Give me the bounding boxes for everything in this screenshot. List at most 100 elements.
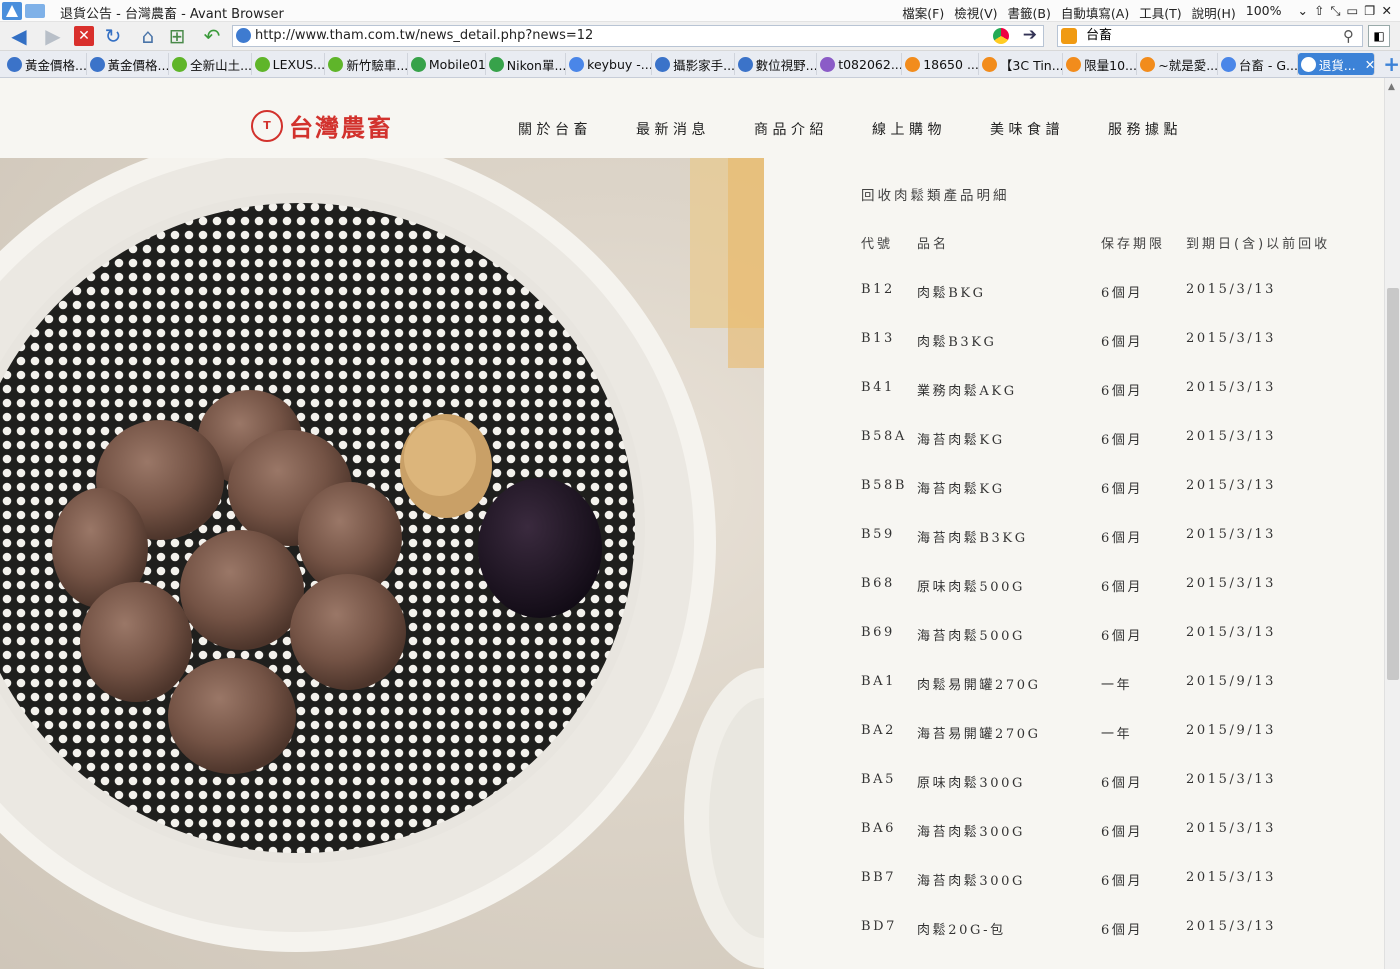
- search-input[interactable]: 台畜: [1086, 28, 1112, 43]
- table-row: BA2 海苔易開罐270G 一年 2015/9/13: [861, 723, 1341, 772]
- browser-tab[interactable]: 新竹驗車...: [325, 53, 408, 75]
- home-icon[interactable]: ⌂: [137, 25, 159, 47]
- go-arrow-icon[interactable]: ➔: [1023, 25, 1037, 45]
- avant-browser-icon[interactable]: [2, 2, 46, 20]
- tab-bar: 黃金價格... 黃金價格... 全新山土... LEXUS... 新竹驗車... Mobi…: [0, 51, 1400, 78]
- nav-recipes[interactable]: 美味食譜: [990, 119, 1064, 139]
- expiry-date: 2015/3/13: [1186, 527, 1277, 542]
- browser-tab[interactable]: keybuy -...: [566, 53, 653, 75]
- browser-tab[interactable]: Mobile01: [408, 53, 486, 75]
- product-code: BD7: [861, 919, 898, 934]
- tab-label: Mobile01: [428, 56, 486, 72]
- browser-tab[interactable]: 台畜 - G...: [1218, 53, 1298, 75]
- shelf-life: 6個月: [1101, 286, 1144, 301]
- product-code: BB7: [861, 870, 897, 885]
- undo-icon[interactable]: ↶: [201, 25, 223, 47]
- window-titlebar: 退貨公告 - 台灣農畜 - Avant Browser 檔案(F) 檢視(V) …: [0, 0, 1400, 22]
- tab-favicon-icon: [569, 56, 585, 72]
- browser-tab[interactable]: Nikon單...: [486, 53, 567, 75]
- tab-favicon-icon: [737, 56, 753, 72]
- browser-tab[interactable]: 攝影家手...: [652, 53, 735, 75]
- nav-products[interactable]: 商品介紹: [754, 119, 828, 139]
- chevron-down-icon[interactable]: ⌄: [1298, 3, 1308, 22]
- sidebar-toggle-icon[interactable]: ◧: [1368, 25, 1390, 47]
- site-logo[interactable]: T 台灣農畜: [251, 108, 393, 143]
- shelf-life: 6個月: [1101, 580, 1144, 595]
- tab-favicon-icon: [328, 56, 344, 72]
- scrollbar-thumb[interactable]: [1387, 288, 1399, 680]
- browser-tab[interactable]: 黃金價格...: [4, 53, 87, 75]
- tab-label: 【3C Tin...: [999, 57, 1064, 73]
- scroll-up-icon[interactable]: ▲: [1388, 82, 1395, 92]
- browser-tab[interactable]: 全新山土...: [169, 53, 252, 75]
- tab-label: ~就是愛...: [1158, 57, 1218, 73]
- expiry-date: 2015/9/13: [1186, 723, 1277, 738]
- active-browser-tab[interactable]: 退貨... ✕: [1297, 53, 1376, 75]
- nav-about[interactable]: 關於台畜: [518, 119, 592, 139]
- nav-shop[interactable]: 線上購物: [872, 119, 946, 139]
- product-name: 原味肉鬆300G: [917, 776, 1025, 791]
- pin-icon[interactable]: ⇧: [1314, 3, 1324, 22]
- product-code: BA1: [861, 674, 897, 689]
- header-expiry: 到期日(含)以前回收: [1186, 237, 1331, 252]
- page-scrollbar[interactable]: ▲: [1384, 78, 1400, 969]
- tab-favicon-icon: [1300, 56, 1316, 72]
- browser-tab[interactable]: 限量10...: [1063, 53, 1138, 75]
- menu-view[interactable]: 檢視(V): [954, 3, 997, 22]
- minimize-icon[interactable]: ▭: [1346, 3, 1358, 22]
- shelf-life: 6個月: [1101, 923, 1144, 938]
- tab-label: t082062...: [838, 56, 903, 72]
- product-code: B69: [861, 625, 895, 640]
- zoom-level[interactable]: 100%: [1246, 3, 1282, 22]
- product-code: B12: [861, 282, 895, 297]
- table-row: BA5 原味肉鬆300G 6個月 2015/3/13: [861, 772, 1341, 821]
- shelf-life: 6個月: [1101, 384, 1144, 399]
- browser-tab[interactable]: 【3C Tin...: [979, 53, 1064, 75]
- restore-small-icon[interactable]: ⤡: [1330, 3, 1340, 22]
- address-bar[interactable]: http://www.tham.com.tw/news_detail.php?n…: [232, 25, 1044, 47]
- product-name: 肉鬆B3KG: [917, 335, 997, 350]
- table-row: B59 海苔肉鬆B3KG 6個月 2015/3/13: [861, 527, 1341, 576]
- expiry-date: 2015/3/13: [1186, 478, 1277, 493]
- browser-tab[interactable]: t082062...: [817, 53, 903, 75]
- menu-file[interactable]: 檔案(F): [902, 3, 944, 22]
- menu-bookmarks[interactable]: 書籤(B): [1008, 3, 1051, 22]
- stop-icon[interactable]: ✕: [74, 26, 94, 46]
- product-code: B41: [861, 380, 895, 395]
- tab-label: LEXUS...: [272, 56, 326, 72]
- nav-news[interactable]: 最新消息: [636, 119, 710, 139]
- search-engine-icon[interactable]: [1061, 28, 1077, 44]
- search-box[interactable]: 台畜 ⚲: [1057, 25, 1363, 47]
- back-arrow-icon[interactable]: ◀: [8, 25, 30, 47]
- address-input[interactable]: http://www.tham.com.tw/news_detail.php?n…: [255, 28, 593, 43]
- browser-tab[interactable]: ~就是愛...: [1137, 53, 1218, 75]
- history-icon[interactable]: ⊞: [166, 25, 188, 47]
- nav-locations[interactable]: 服務據點: [1108, 119, 1182, 139]
- header-name: 品名: [917, 237, 950, 252]
- tab-label: keybuy -...: [587, 56, 653, 72]
- tham-logo-icon: T: [251, 109, 283, 142]
- browser-tab[interactable]: LEXUS...: [252, 53, 326, 75]
- tab-favicon-icon: [820, 56, 836, 72]
- nav-toolbar: ◀ ▶ ✕ ↻ ⌂ ⊞ ↶ http://www.tham.com.tw/new…: [0, 22, 1400, 51]
- table-row: B13 肉鬆B3KG 6個月 2015/3/13: [861, 331, 1341, 380]
- maximize-icon[interactable]: ❐: [1364, 3, 1375, 22]
- web-page: T 台灣農畜 關於台畜 最新消息 商品介紹 線上購物 美味食譜 服務據點 回收肉…: [0, 78, 1384, 969]
- menu-help[interactable]: 說明(H): [1192, 3, 1236, 22]
- browser-tab[interactable]: 數位視野...: [735, 53, 818, 75]
- close-icon[interactable]: ✕: [1382, 3, 1392, 22]
- menu-autofill[interactable]: 自動填寫(A): [1061, 3, 1129, 22]
- close-tab-icon[interactable]: ✕: [1365, 57, 1374, 72]
- chrome-engine-icon[interactable]: [993, 28, 1009, 44]
- tab-label: 攝影家手...: [673, 57, 735, 73]
- browser-tab[interactable]: 18650 ...: [902, 53, 979, 75]
- refresh-icon[interactable]: ↻: [102, 25, 124, 47]
- browser-tab[interactable]: 黃金價格...: [87, 53, 170, 75]
- search-icon[interactable]: ⚲: [1343, 26, 1354, 46]
- new-tab-icon[interactable]: +: [1383, 52, 1400, 76]
- forward-arrow-icon[interactable]: ▶: [42, 25, 64, 47]
- site-header: T 台灣農畜 關於台畜 最新消息 商品介紹 線上購物 美味食譜 服務據點: [0, 78, 1384, 158]
- expiry-date: 2015/3/13: [1186, 576, 1277, 591]
- menu-tools[interactable]: 工具(T): [1139, 3, 1181, 22]
- product-name: 肉鬆BKG: [917, 286, 986, 301]
